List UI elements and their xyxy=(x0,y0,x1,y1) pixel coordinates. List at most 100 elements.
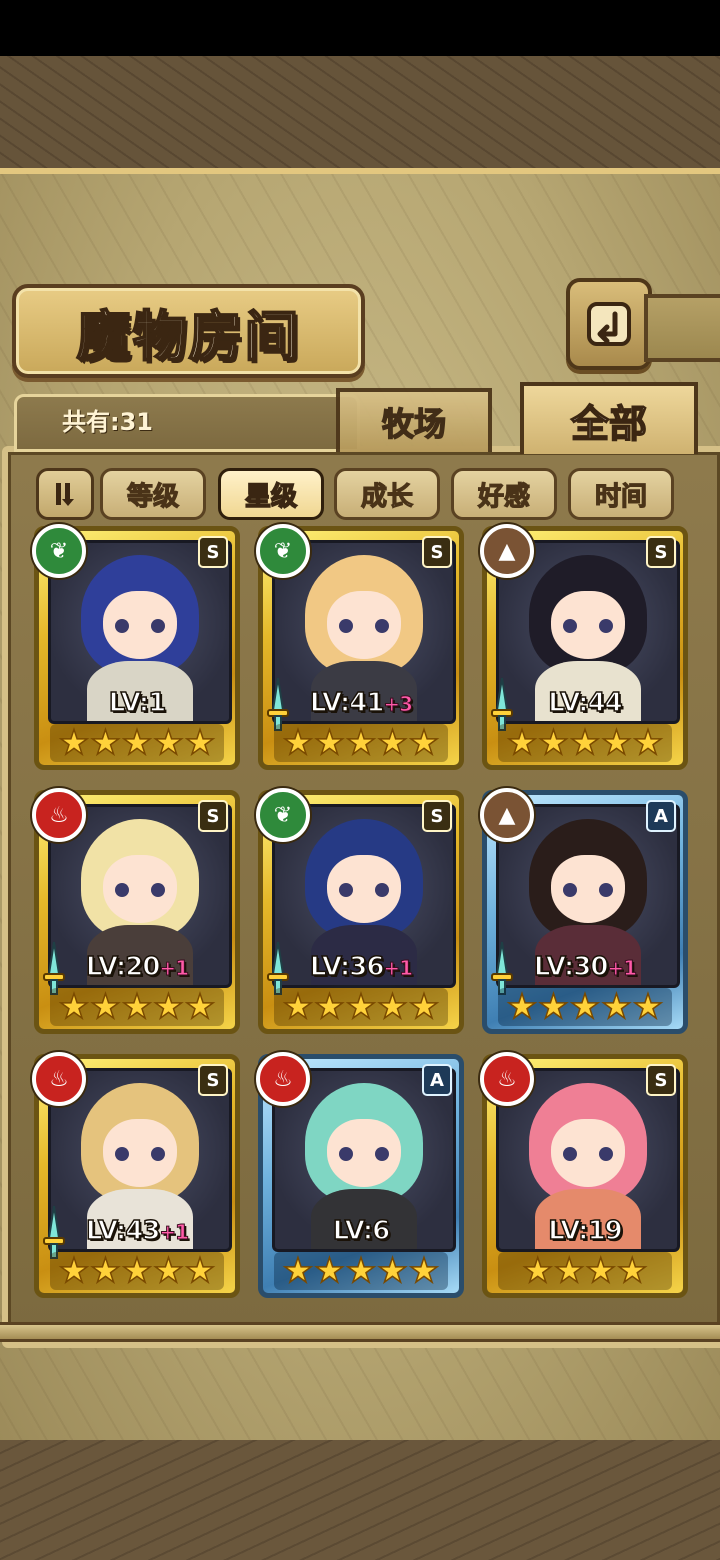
star-icon: ★ xyxy=(282,723,314,763)
rank-badge: S xyxy=(422,536,452,568)
monster-card[interactable]: ❦ S LV:41+3 ★ ★ ★ ★ ★ xyxy=(256,524,464,770)
portrait-eye xyxy=(375,883,389,897)
star-icon: ★ xyxy=(152,987,184,1027)
sort-by-stars-button[interactable]: 星级 xyxy=(218,468,324,520)
sort-by-affection-button[interactable]: 好感 xyxy=(451,468,557,520)
level-bonus: +1 xyxy=(159,956,190,981)
panel-bottom-rule xyxy=(0,1322,720,1342)
sort-label: 星级 xyxy=(244,481,298,513)
status-bar xyxy=(0,0,720,56)
earth-element-icon: ▲ xyxy=(480,788,534,842)
monster-card[interactable]: ♨ S LV:20+1 ★ ★ ★ ★ ★ xyxy=(32,788,240,1034)
star-icon: ★ xyxy=(90,723,122,763)
star-rating: ★ ★ ★ ★ ★ xyxy=(50,1252,224,1290)
monster-card[interactable]: ♨ A LV:6 ★ ★ ★ ★ ★ xyxy=(256,1052,464,1298)
portrait-eye xyxy=(599,883,613,897)
level-label: LV:41+3 xyxy=(258,687,464,719)
star-rating: ★ ★ ★ ★ ★ xyxy=(498,724,672,762)
star-icon: ★ xyxy=(90,1251,122,1291)
star-icon: ★ xyxy=(121,987,153,1027)
map-background-top xyxy=(0,56,720,171)
portrait-eye xyxy=(563,619,577,633)
level-label: LV:44 xyxy=(482,687,688,719)
star-icon: ★ xyxy=(408,987,440,1027)
star-icon: ★ xyxy=(345,1251,377,1291)
level-value: LV:19 xyxy=(547,1215,623,1247)
monster-card[interactable]: ▲ S LV:44 ★ ★ ★ ★ ★ xyxy=(480,524,688,770)
monster-card[interactable]: ▲ A LV:30+1 ★ ★ ★ ★ ★ xyxy=(480,788,688,1034)
level-label: LV:1 xyxy=(34,687,240,719)
level-label: LV:20+1 xyxy=(34,951,240,983)
star-icon: ★ xyxy=(345,987,377,1027)
fire-element-icon: ♨ xyxy=(32,1052,86,1106)
level-bonus: +1 xyxy=(383,956,414,981)
star-icon: ★ xyxy=(58,723,90,763)
star-icon: ★ xyxy=(184,1251,216,1291)
star-icon: ★ xyxy=(522,1251,554,1291)
tab-ranch[interactable]: 牧场 xyxy=(336,388,492,452)
portrait-eye xyxy=(375,1147,389,1161)
nature-element-icon: ❦ xyxy=(32,524,86,578)
star-rating: ★ ★ ★ ★ ★ xyxy=(50,724,224,762)
portrait-eye xyxy=(375,619,389,633)
rank-badge: S xyxy=(198,536,228,568)
star-icon: ★ xyxy=(282,987,314,1027)
fire-element-icon: ♨ xyxy=(480,1052,534,1106)
star-icon: ★ xyxy=(376,1251,408,1291)
star-icon: ★ xyxy=(569,987,601,1027)
star-icon: ★ xyxy=(553,1251,585,1291)
portrait-eye xyxy=(115,883,129,897)
portrait-eye xyxy=(151,883,165,897)
star-icon: ★ xyxy=(184,987,216,1027)
star-icon: ★ xyxy=(345,723,377,763)
total-count: 共有:31 xyxy=(62,408,153,436)
star-icon: ★ xyxy=(121,723,153,763)
rank-badge: S xyxy=(646,1064,676,1096)
fire-element-icon: ♨ xyxy=(256,1052,310,1106)
rank-badge: S xyxy=(198,800,228,832)
star-icon: ★ xyxy=(569,723,601,763)
star-rating: ★ ★ ★ ★ ★ xyxy=(498,988,672,1026)
star-rating: ★ ★ ★ ★ ★ xyxy=(274,724,448,762)
earth-element-icon: ▲ xyxy=(480,524,534,578)
rank-badge: S xyxy=(646,536,676,568)
star-icon: ★ xyxy=(314,987,346,1027)
sort-label: 好感 xyxy=(477,481,530,512)
monster-card[interactable]: ♨ S LV:43+1 ★ ★ ★ ★ ★ xyxy=(32,1052,240,1298)
monster-card[interactable]: ❦ S LV:36+1 ★ ★ ★ ★ ★ xyxy=(256,788,464,1034)
level-bonus: +1 xyxy=(607,956,638,981)
monster-card[interactable]: ♨ S LV:19 ★ ★ ★ ★ xyxy=(480,1052,688,1298)
back-button[interactable] xyxy=(566,278,652,370)
star-icon: ★ xyxy=(600,723,632,763)
sort-direction-icon xyxy=(56,483,74,506)
level-value: LV:20 xyxy=(85,951,161,983)
rank-badge: A xyxy=(422,1064,452,1096)
sort-by-level-button[interactable]: 等级 xyxy=(100,468,206,520)
portrait-eye xyxy=(599,1147,613,1161)
sort-label: 时间 xyxy=(594,481,647,512)
sort-by-growth-button[interactable]: 成长 xyxy=(334,468,440,520)
portrait-eye xyxy=(151,619,165,633)
monster-card[interactable]: ❦ S LV:1 ★ ★ ★ ★ ★ xyxy=(32,524,240,770)
star-rating: ★ ★ ★ ★ ★ xyxy=(50,988,224,1026)
portrait-eye xyxy=(339,883,353,897)
rank-badge: S xyxy=(422,800,452,832)
star-icon: ★ xyxy=(616,1251,648,1291)
level-label: LV:19 xyxy=(482,1215,688,1247)
tab-all[interactable]: 全部 xyxy=(520,382,698,454)
star-icon: ★ xyxy=(314,723,346,763)
star-icon: ★ xyxy=(90,987,122,1027)
fire-element-icon: ♨ xyxy=(32,788,86,842)
sort-by-time-button[interactable]: 时间 xyxy=(568,468,674,520)
portrait-eye xyxy=(563,883,577,897)
sort-direction-toggle[interactable] xyxy=(36,468,94,520)
star-icon: ★ xyxy=(282,1251,314,1291)
sort-bar: 等级 星级 成长 好感 时间 xyxy=(30,466,680,520)
star-icon: ★ xyxy=(506,987,538,1027)
star-rating: ★ ★ ★ ★ ★ xyxy=(274,1252,448,1290)
star-icon: ★ xyxy=(632,723,664,763)
star-icon: ★ xyxy=(506,723,538,763)
nature-element-icon: ❦ xyxy=(256,524,310,578)
star-icon: ★ xyxy=(632,987,664,1027)
level-value: LV:1 xyxy=(108,687,167,719)
